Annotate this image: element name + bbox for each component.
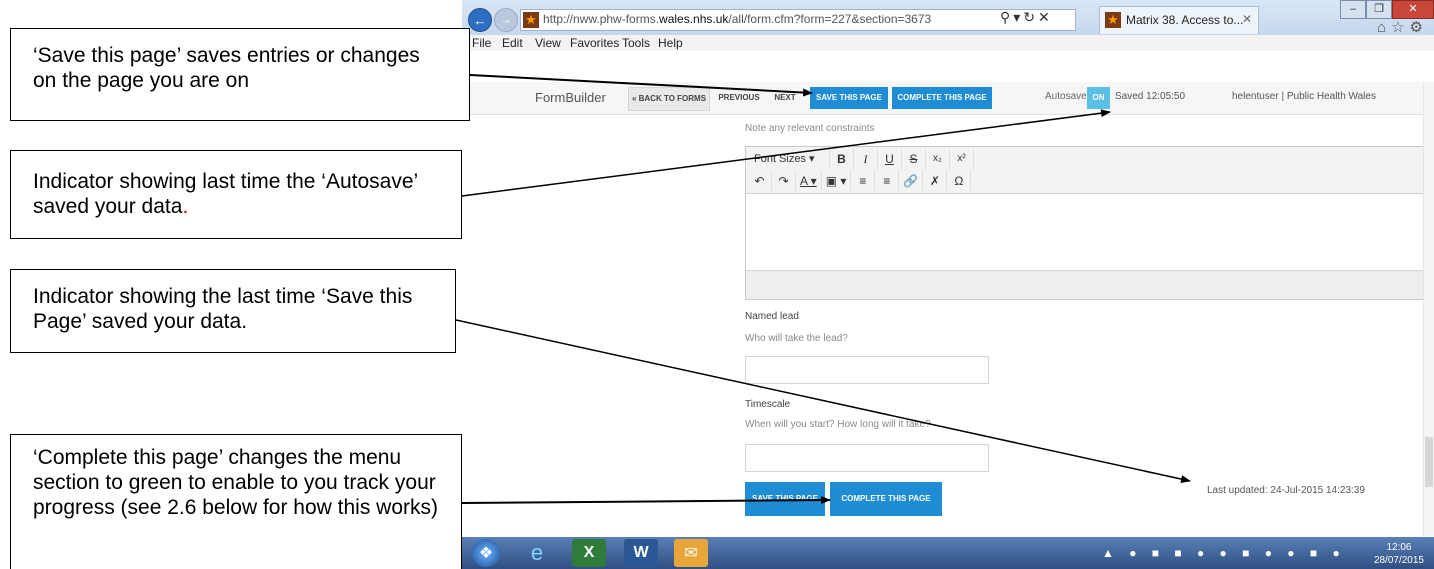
callout-autosave-indicator: Indicator showing last time the ‘Autosav… [10,150,462,239]
window-controls: – ❐ ✕ [1340,0,1434,19]
constraints-hint: Note any relevant constraints [745,123,875,134]
rich-text-editor[interactable]: Font Sizes ▾ B I U S x₂ x² ↶ ↷ A ▾ ▣ ▾ ≡… [745,146,1433,300]
restore-icon[interactable]: ❐ [1366,0,1392,19]
menu-edit[interactable]: Edit [502,36,523,50]
unlink-icon[interactable]: ✗ [923,171,948,191]
system-tray-icons[interactable]: ▲ ● ■ ■ ● ● ■ ● ● ■ ● [1102,546,1346,560]
back-arrow-icon[interactable]: ← [468,8,492,32]
link-icon[interactable]: 🔗 [899,171,924,191]
app-toolbar: FormBuilder « BACK TO FORMS PREVIOUS NEX… [462,82,1434,115]
menu-favorites[interactable]: Favorites [570,36,619,50]
named-lead-hint: Who will take the lead? [745,333,848,344]
word-icon[interactable]: W [624,539,658,567]
save-this-page-button[interactable]: SAVE THIS PAGE [810,87,888,109]
forward-arrow-icon[interactable]: → [494,8,518,32]
dropdown-icon[interactable]: ▾ [1013,9,1023,25]
autosave-toggle[interactable]: ON [1087,87,1110,109]
last-updated-text: Last updated: 24-Jul-2015 14:23:39 [1207,485,1365,496]
gear-icon[interactable]: ⚙ [1410,19,1428,36]
previous-button[interactable]: PREVIOUS [714,87,764,109]
back-to-forms-button[interactable]: « BACK TO FORMS [628,87,710,111]
bullet-list-icon[interactable]: ≡ [851,171,876,191]
menu-help[interactable]: Help [658,36,683,50]
numbered-list-icon[interactable]: ≡ [875,171,900,191]
browser-titlebar: ← → ★ http://nww.phw-forms.wales.nhs.uk/… [462,0,1434,36]
refresh-icon[interactable]: ↻ [1023,9,1038,25]
menu-file[interactable]: File [472,36,491,50]
timescale-label: Timescale [745,399,791,410]
tab-title: Matrix 38. Access to... [1126,13,1244,27]
page-scrollbar[interactable] [1423,82,1434,537]
start-button-icon[interactable]: ❖ [472,539,500,567]
special-character-icon[interactable]: Ω [947,171,972,191]
browser-tool-icons: ⌂☆⚙ [1377,18,1428,36]
next-button[interactable]: NEXT [770,87,800,109]
editor-toolbar: Font Sizes ▾ B I U S x₂ x² ↶ ↷ A ▾ ▣ ▾ ≡… [746,147,1432,194]
stop-icon[interactable]: ✕ [1038,9,1053,25]
windows-taskbar: ❖ e X W ✉ ▲ ● ■ ■ ● ● ■ ● ● ■ ● 12:06 28/… [462,537,1434,569]
browser-tab[interactable]: ★ Matrix 38. Access to... ✕ [1099,6,1259,34]
strikethrough-icon[interactable]: S [902,149,926,169]
timescale-input[interactable] [745,444,989,472]
browser-window: ← → ★ http://nww.phw-forms.wales.nhs.uk/… [462,0,1434,569]
superscript-icon[interactable]: x² [950,149,974,169]
named-lead-label: Named lead [745,311,799,322]
underline-icon[interactable]: U [878,149,902,169]
tab-close-icon[interactable]: ✕ [1242,12,1252,26]
internet-explorer-icon[interactable]: e [520,539,554,567]
timescale-hint: When will you start? How long will it ta… [745,419,931,430]
minimize-icon[interactable]: – [1340,0,1366,19]
callout-complete-this-page: ‘Complete this page’ changes the menu se… [10,434,462,569]
search-icon[interactable]: ⚲ [1000,9,1013,25]
outlook-icon[interactable]: ✉ [674,539,708,567]
home-icon[interactable]: ⌂ [1377,19,1391,36]
address-bar-icons: ⚲▾↻✕ [1000,9,1053,26]
bold-icon[interactable]: B [830,149,854,169]
bottom-save-this-page-button[interactable]: SAVE THIS PAGE [745,482,825,516]
menu-tools[interactable]: Tools [622,36,650,50]
address-bar[interactable]: ★ http://nww.phw-forms.wales.nhs.uk/all/… [520,9,1076,31]
redo-icon[interactable]: ↷ [772,171,796,191]
menu-bar: File Edit View Favorites Tools Help [462,35,1434,51]
site-favicon-icon: ★ [523,12,539,28]
excel-icon[interactable]: X [572,539,606,567]
app-brand[interactable]: FormBuilder [535,90,606,105]
named-lead-input[interactable] [745,356,989,384]
callout-last-saved-indicator: Indicator showing the last time ‘Save th… [10,269,456,353]
favorites-star-icon[interactable]: ☆ [1391,19,1409,36]
close-icon[interactable]: ✕ [1392,0,1434,19]
background-color-icon[interactable]: ▣ ▾ [822,171,852,191]
subscript-icon[interactable]: x₂ [926,149,950,169]
taskbar-clock[interactable]: 12:06 28/07/2015 [1374,541,1424,567]
autosave-saved-time: Saved 12:05:50 [1115,91,1186,102]
complete-this-page-button[interactable]: COMPLETE THIS PAGE [892,87,992,109]
text-color-icon[interactable]: A ▾ [796,171,822,191]
font-sizes-select[interactable]: Font Sizes ▾ [748,149,830,169]
callout-save-this-page: ‘Save this page’ saves entries or change… [10,28,470,121]
user-info: helentuser | Public Health Wales [1232,91,1376,102]
editor-statusbar: ∟ [746,270,1432,299]
italic-icon[interactable]: I [854,149,878,169]
bottom-complete-this-page-button[interactable]: COMPLETE THIS PAGE [830,482,942,516]
undo-icon[interactable]: ↶ [748,171,772,191]
url-text: http://nww.phw-forms.wales.nhs.uk/all/fo… [543,12,932,26]
menu-view[interactable]: View [535,36,561,50]
scroll-thumb[interactable] [1425,437,1433,487]
tab-favicon-icon: ★ [1105,12,1121,28]
